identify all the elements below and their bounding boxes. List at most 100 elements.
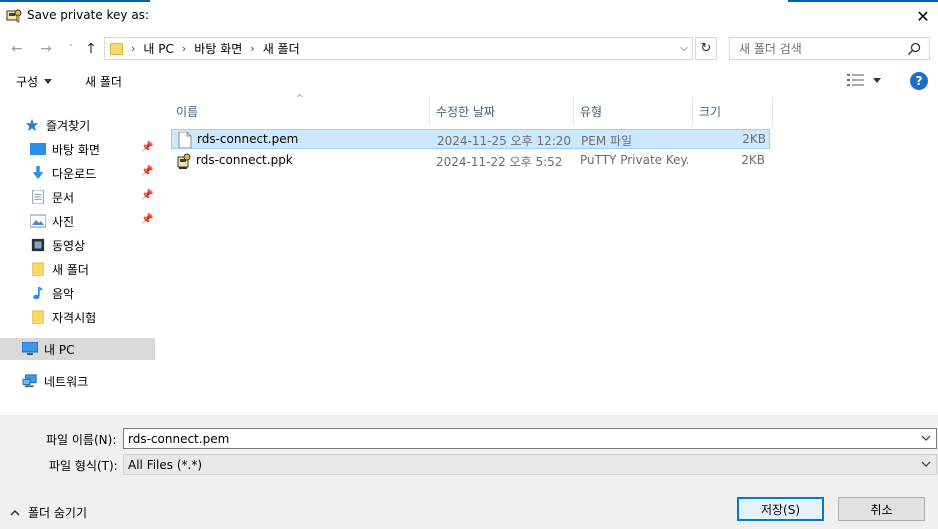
pin-icon[interactable]: 📌 bbox=[141, 190, 153, 204]
filetype-value: All Files (*.*) bbox=[128, 457, 203, 472]
pin-icon[interactable]: 📌 bbox=[141, 214, 153, 228]
folder-icon bbox=[32, 262, 44, 276]
file-row[interactable]: rds-connect.pem 2024-11-25 오후 12:20 PEM … bbox=[171, 129, 770, 149]
chevron-down-icon bbox=[921, 461, 931, 467]
sidebar-item-network[interactable]: 네트워크 bbox=[0, 370, 155, 392]
back-button[interactable]: ← bbox=[8, 40, 26, 58]
sidebar-item-label: 네트워크 bbox=[44, 374, 89, 389]
sidebar-item-downloads[interactable]: 다운로드 📌 bbox=[0, 162, 155, 184]
sidebar-item-label: 음악 bbox=[52, 286, 75, 301]
forward-button[interactable]: → bbox=[37, 40, 55, 58]
file-name: rds-connect.ppk bbox=[196, 153, 293, 167]
arrow-up-icon: ↑ bbox=[85, 41, 97, 57]
column-header-label: 이름 bbox=[176, 104, 199, 119]
sidebar-item-label: 바탕 화면 bbox=[52, 142, 100, 157]
pin-icon[interactable]: 📌 bbox=[141, 166, 153, 180]
folder-icon bbox=[110, 42, 123, 55]
chevron-up-icon bbox=[10, 509, 20, 516]
desktop-icon bbox=[30, 143, 46, 155]
search-placeholder: 새 폴더 검색 bbox=[739, 42, 802, 56]
close-icon: ✕ bbox=[916, 6, 930, 26]
new-folder-button[interactable]: 새 폴더 bbox=[85, 73, 122, 90]
sidebar-item-label: 새 폴더 bbox=[52, 262, 89, 277]
putty-key-icon bbox=[177, 153, 191, 169]
sidebar-item-new-folder[interactable]: 새 폴더 bbox=[0, 258, 155, 280]
sidebar-item-this-pc[interactable]: 내 PC bbox=[0, 338, 155, 360]
breadcrumb-this-pc[interactable]: 내 PC bbox=[143, 40, 173, 57]
filename-field[interactable]: rds-connect.pem bbox=[123, 428, 937, 449]
sidebar-item-label: 자격시험 bbox=[52, 310, 97, 325]
breadcrumb-desktop[interactable]: 바탕 화면 bbox=[194, 40, 242, 57]
sidebar-item-pictures[interactable]: 사진 📌 bbox=[0, 210, 155, 232]
star-icon bbox=[25, 118, 39, 132]
breadcrumb-new-folder[interactable]: 새 폴더 bbox=[263, 40, 300, 57]
download-icon bbox=[32, 166, 44, 180]
chevron-down-icon[interactable] bbox=[920, 432, 932, 444]
sidebar-item-favorites[interactable]: 즐겨찾기 bbox=[0, 114, 155, 136]
computer-icon bbox=[22, 342, 38, 355]
chevron-right-icon: › bbox=[181, 42, 187, 55]
file-type: PuTTY Private Key... bbox=[580, 153, 688, 167]
filename-label: 파일 이름(N): bbox=[46, 433, 117, 447]
caret-down-icon bbox=[44, 79, 53, 84]
sidebar-item-videos[interactable]: 동영상 bbox=[0, 234, 155, 256]
command-bar: 구성 새 폴더 ? bbox=[0, 67, 938, 96]
window-title: Save private key as: bbox=[27, 8, 149, 22]
hide-folders-label: 폴더 숨기기 bbox=[28, 506, 88, 520]
close-button[interactable]: ✕ bbox=[908, 2, 938, 30]
file-size: 2KB bbox=[742, 132, 766, 146]
sidebar-item-cert-exam[interactable]: 자격시험 bbox=[0, 306, 155, 328]
chevron-down-icon: ⌵ bbox=[680, 43, 688, 54]
hide-folders-button[interactable]: 폴더 숨기기 bbox=[10, 504, 87, 521]
sort-ascending-icon: ^ bbox=[296, 94, 304, 104]
up-button[interactable]: ↑ bbox=[82, 40, 100, 58]
sidebar-item-label: 다운로드 bbox=[52, 166, 97, 181]
title-bar: Save private key as: ✕ bbox=[0, 2, 938, 32]
refresh-icon: ↻ bbox=[700, 41, 712, 56]
search-icon[interactable] bbox=[907, 42, 921, 56]
column-header-type[interactable]: 유형 bbox=[574, 97, 693, 125]
recent-locations-button[interactable]: ˅ bbox=[62, 40, 80, 58]
organize-button[interactable]: 구성 bbox=[16, 73, 53, 90]
filetype-select[interactable]: All Files (*.*) bbox=[123, 454, 937, 475]
column-header-date-modified[interactable]: 수정한 날짜 bbox=[430, 97, 574, 125]
address-dropdown-button[interactable]: ⌵ bbox=[676, 38, 692, 59]
music-icon bbox=[33, 286, 44, 300]
navigation-pane: 즐겨찾기 바탕 화면 📌 다운로드 📌 문서 📌 사진 📌 동영상 새 폴더 음… bbox=[0, 97, 155, 415]
address-bar[interactable]: › 내 PC › 바탕 화면 › 새 폴더 ⌵ bbox=[104, 37, 693, 60]
file-modified: 2024-11-22 오후 5:52 bbox=[436, 155, 563, 169]
column-header-name[interactable]: 이름 ^ bbox=[170, 94, 430, 125]
sidebar-item-label: 즐겨찾기 bbox=[46, 118, 91, 133]
file-name: rds-connect.pem bbox=[197, 132, 299, 146]
search-input[interactable]: 새 폴더 검색 bbox=[729, 37, 930, 60]
arrow-right-icon: → bbox=[40, 41, 52, 57]
file-type: PEM 파일 bbox=[581, 134, 633, 148]
refresh-button[interactable]: ↻ bbox=[695, 37, 717, 60]
folder-icon bbox=[32, 310, 44, 324]
sidebar-item-desktop[interactable]: 바탕 화면 📌 bbox=[0, 138, 155, 160]
video-icon bbox=[31, 238, 45, 252]
file-list: 이름 ^ 수정한 날짜 유형 크기 rds-connect.pem 2024-1… bbox=[170, 94, 938, 415]
sidebar-item-label: 동영상 bbox=[52, 238, 86, 253]
column-header-size[interactable]: 크기 bbox=[693, 97, 773, 125]
arrow-left-icon: ← bbox=[11, 41, 23, 57]
file-icon bbox=[178, 132, 192, 148]
caret-down-icon bbox=[873, 77, 881, 83]
sidebar-item-documents[interactable]: 문서 📌 bbox=[0, 186, 155, 208]
filetype-label: 파일 형식(T): bbox=[49, 459, 118, 473]
save-button[interactable]: 저장(S) bbox=[737, 497, 824, 521]
change-view-button[interactable] bbox=[847, 73, 881, 87]
sidebar-item-label: 내 PC bbox=[44, 342, 75, 357]
pin-icon[interactable]: 📌 bbox=[141, 142, 153, 156]
filename-value: rds-connect.pem bbox=[128, 431, 230, 446]
sidebar-item-music[interactable]: 음악 bbox=[0, 282, 155, 304]
chevron-down-icon: ˅ bbox=[68, 44, 74, 54]
document-icon bbox=[32, 190, 44, 204]
file-row[interactable]: rds-connect.ppk 2024-11-22 오후 5:52 PuTTY… bbox=[171, 151, 770, 171]
column-header-label: 수정한 날짜 bbox=[436, 104, 496, 119]
network-icon bbox=[22, 374, 37, 388]
cancel-button[interactable]: 취소 bbox=[838, 497, 925, 521]
help-button[interactable]: ? bbox=[910, 72, 928, 90]
putty-keygen-icon bbox=[6, 9, 22, 23]
organize-label: 구성 bbox=[16, 75, 39, 89]
